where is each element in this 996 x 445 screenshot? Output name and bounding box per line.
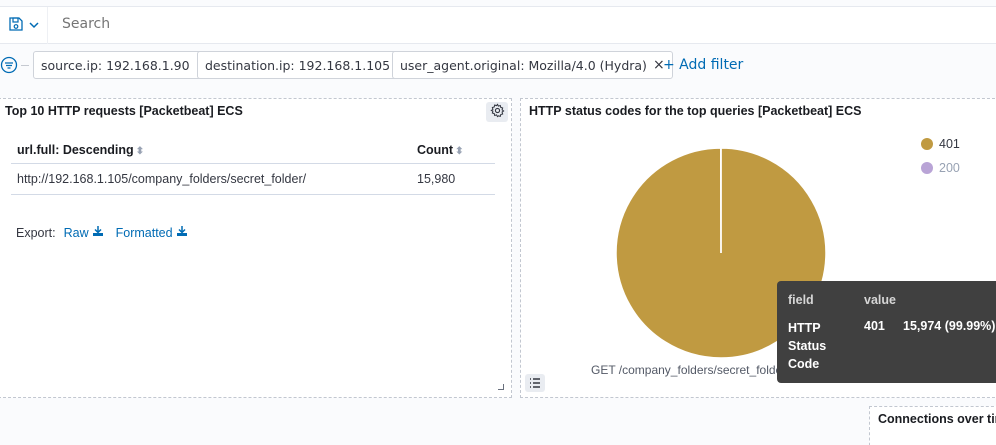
filter-pill-destination-ip[interactable]: destination.ip: 192.168.1.105 × bbox=[197, 51, 416, 79]
list-icon bbox=[529, 374, 541, 393]
column-header-label: url.full: Descending bbox=[17, 143, 134, 157]
pie-split-label: GET /company_folders/secret_folder bbox=[591, 363, 787, 377]
filter-pill-source-ip[interactable]: source.ip: 192.168.1.90 × bbox=[33, 51, 216, 79]
column-header-count[interactable]: Count ⬍ bbox=[411, 139, 495, 164]
column-header-url[interactable]: url.full: Descending ⬍ bbox=[11, 139, 411, 164]
sort-icon: ⬍ bbox=[135, 146, 145, 157]
gear-icon bbox=[489, 102, 505, 122]
results-table: url.full: Descending ⬍ Count ⬍ http://192.… bbox=[11, 139, 495, 195]
export-formatted-link[interactable]: Formatted bbox=[116, 225, 188, 240]
table-row: http://192.168.1.105/company_folders/sec… bbox=[11, 163, 495, 195]
filter-pill-user-agent[interactable]: user_agent.original: Mozilla/4.0 (Hydra)… bbox=[392, 51, 673, 79]
panel-top-http-requests: Top 10 HTTP requests [Packetbeat] ECS ur… bbox=[0, 98, 512, 398]
saved-query-button[interactable] bbox=[0, 7, 48, 44]
filter-pill-label: source.ip: 192.168.1.90 bbox=[41, 57, 190, 73]
chart-tooltip: field value HTTP Status Code 401 15,974 … bbox=[777, 281, 996, 383]
query-bar bbox=[0, 6, 996, 44]
filter-menu-icon[interactable] bbox=[0, 56, 18, 74]
export-label: Export: bbox=[16, 225, 56, 240]
legend-label: 401 bbox=[939, 137, 960, 151]
legend-toggle-button[interactable] bbox=[525, 374, 545, 392]
tooltip-field: HTTP Status Code bbox=[788, 321, 827, 371]
legend-dot bbox=[921, 162, 933, 174]
filter-pill-label: user_agent.original: Mozilla/4.0 (Hydra) bbox=[400, 57, 647, 73]
cell-url: http://192.168.1.105/company_folders/sec… bbox=[11, 163, 411, 195]
filter-bar: source.ip: 192.168.1.90 × destination.ip… bbox=[0, 50, 996, 80]
legend-item-200[interactable]: 200 bbox=[921, 161, 960, 175]
tooltip-header-value: value bbox=[864, 293, 896, 307]
chevron-down-icon bbox=[28, 16, 40, 35]
filter-divider bbox=[21, 65, 29, 66]
cell-count: 15,980 bbox=[411, 163, 495, 195]
sort-icon: ⬍ bbox=[455, 146, 464, 157]
legend-dot bbox=[921, 138, 933, 150]
panel-options-button[interactable] bbox=[486, 102, 508, 122]
save-icon bbox=[8, 16, 24, 36]
export-links: Export: Raw Formatted bbox=[16, 225, 188, 240]
panel-title: HTTP status codes for the top queries [P… bbox=[529, 104, 862, 118]
export-formatted-label: Formatted bbox=[115, 225, 173, 240]
panel-title: Connections over tir bbox=[878, 412, 996, 426]
search-input[interactable] bbox=[62, 16, 662, 32]
table-header-row: url.full: Descending ⬍ Count ⬍ bbox=[11, 139, 495, 164]
tooltip-value: 401 bbox=[864, 319, 885, 333]
legend-label: 200 bbox=[939, 161, 960, 175]
column-header-label: Count bbox=[417, 143, 454, 157]
export-raw-label: Raw bbox=[63, 225, 89, 240]
legend-item-401[interactable]: 401 bbox=[921, 137, 960, 151]
resize-handle[interactable] bbox=[498, 384, 504, 390]
panel-title: Top 10 HTTP requests [Packetbeat] ECS bbox=[5, 104, 243, 118]
chart-legend: 401 200 bbox=[921, 137, 960, 185]
download-icon bbox=[92, 225, 104, 240]
tooltip-header-field: field bbox=[788, 293, 814, 307]
add-filter-button[interactable]: + Add filter bbox=[663, 57, 743, 73]
download-icon bbox=[176, 225, 188, 240]
tooltip-count: 15,974 (99.99%) bbox=[903, 319, 996, 333]
panel-connections-over-time: Connections over tir bbox=[869, 406, 996, 445]
filter-pill-label: destination.ip: 192.168.1.105 bbox=[205, 57, 391, 73]
export-raw-link[interactable]: Raw bbox=[64, 225, 104, 240]
